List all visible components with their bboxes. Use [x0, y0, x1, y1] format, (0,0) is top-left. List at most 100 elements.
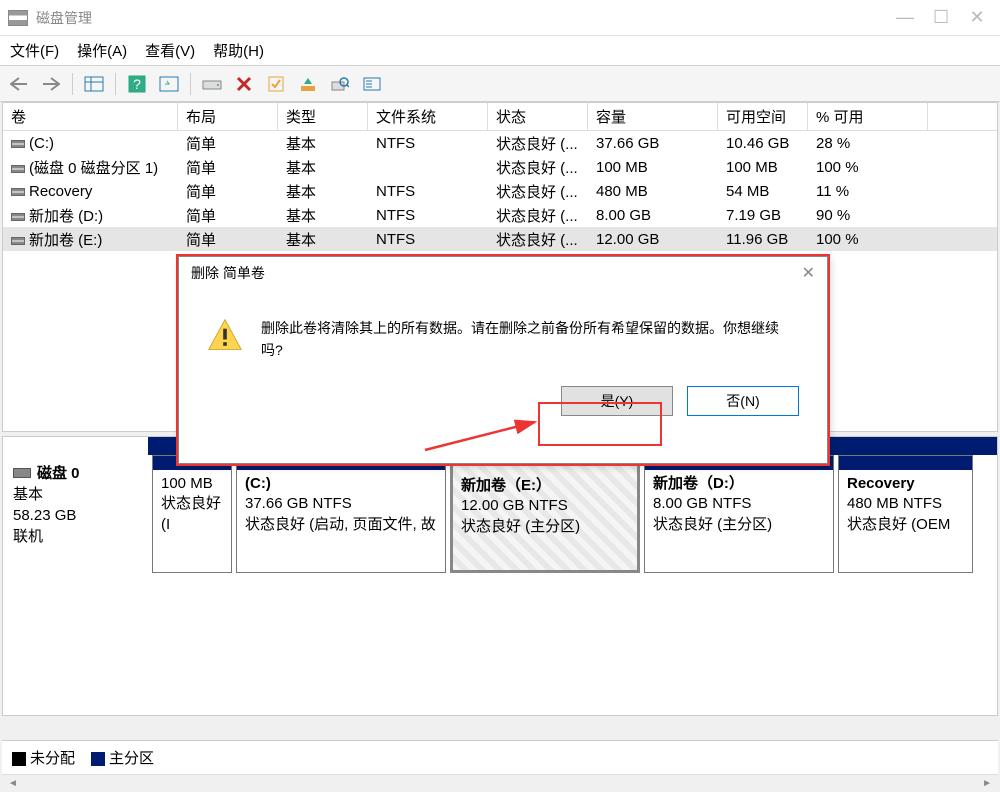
cell-free: 11.96 GB: [718, 230, 808, 249]
dialog-close-button[interactable]: ✕: [802, 263, 815, 283]
dialog-message: 删除此卷将清除其上的所有数据。请在删除之前备份所有希望保留的数据。你想继续吗?: [261, 317, 799, 362]
app-icon: [8, 10, 28, 26]
toolbar: ?: [0, 66, 1000, 102]
view-icon[interactable]: [83, 73, 105, 95]
cell-cap: 37.66 GB: [588, 134, 718, 153]
th-volume[interactable]: 卷: [3, 103, 178, 130]
disk-info[interactable]: 磁盘 0 基本 58.23 GB 联机: [3, 455, 148, 577]
partition-status: 状态良好 (主分区): [653, 515, 825, 535]
disk-status: 联机: [13, 526, 138, 547]
forward-button[interactable]: [40, 73, 62, 95]
th-status[interactable]: 状态: [488, 103, 588, 130]
volume-icon: [11, 213, 25, 221]
cell-vol: 新加卷 (E:): [3, 228, 178, 251]
cell-type: 基本: [278, 132, 368, 155]
partition-block[interactable]: 新加卷（E:）12.00 GB NTFS状态良好 (主分区): [450, 455, 640, 573]
search-disk-icon[interactable]: [329, 73, 351, 95]
swatch-black-icon: [12, 752, 26, 766]
disk-size: 58.23 GB: [13, 505, 138, 526]
partition-block[interactable]: 100 MB状态良好 (I: [152, 455, 232, 573]
th-layout[interactable]: 布局: [178, 103, 278, 130]
th-free[interactable]: 可用空间: [718, 103, 808, 130]
th-fs[interactable]: 文件系统: [368, 103, 488, 130]
cell-fs: NTFS: [368, 230, 488, 249]
refresh-icon[interactable]: [158, 73, 180, 95]
cell-type: 基本: [278, 156, 368, 179]
cell-pct: 90 %: [808, 206, 928, 225]
close-button[interactable]: ✕: [970, 11, 984, 25]
th-pct[interactable]: % 可用: [808, 103, 928, 130]
cell-cap: 8.00 GB: [588, 206, 718, 225]
no-button[interactable]: 否(N): [687, 386, 799, 416]
th-capacity[interactable]: 容量: [588, 103, 718, 130]
cell-cap: 480 MB: [588, 182, 718, 201]
back-button[interactable]: [8, 73, 30, 95]
th-type[interactable]: 类型: [278, 103, 368, 130]
cell-status: 状态良好 (...: [488, 204, 588, 227]
table-header-row: 卷 布局 类型 文件系统 状态 容量 可用空间 % 可用: [3, 103, 997, 131]
menu-action[interactable]: 操作(A): [77, 40, 127, 61]
partition-name: (C:): [245, 474, 437, 494]
partition-size: 37.66 GB NTFS: [245, 494, 437, 514]
cell-pct: 11 %: [808, 182, 928, 201]
volume-icon: [11, 140, 25, 148]
disk-name: 磁盘 0: [37, 465, 80, 482]
partition-block[interactable]: 新加卷（D:）8.00 GB NTFS状态良好 (主分区): [644, 455, 834, 573]
partition-block[interactable]: (C:)37.66 GB NTFS状态良好 (启动, 页面文件, 故: [236, 455, 446, 573]
horizontal-scrollbar[interactable]: ◄►: [2, 774, 998, 792]
menu-file[interactable]: 文件(F): [10, 40, 59, 61]
disk-icon[interactable]: [201, 73, 223, 95]
legend-primary: 主分区: [91, 747, 154, 768]
partition-name: Recovery: [847, 474, 964, 494]
disk-drive-icon: [13, 468, 31, 478]
cell-vol: 新加卷 (D:): [3, 204, 178, 227]
cell-pct: 100 %: [808, 158, 928, 177]
table-row[interactable]: 新加卷 (E:)简单基本NTFS状态良好 (...12.00 GB11.96 G…: [3, 227, 997, 251]
cell-fs: NTFS: [368, 134, 488, 153]
warning-icon: [207, 317, 243, 353]
cell-layout: 简单: [178, 228, 278, 251]
cell-fs: NTFS: [368, 206, 488, 225]
cell-type: 基本: [278, 228, 368, 251]
help-icon[interactable]: ?: [126, 73, 148, 95]
partition-size: 480 MB NTFS: [847, 494, 964, 514]
table-row[interactable]: (C:)简单基本NTFS状态良好 (...37.66 GB10.46 GB28 …: [3, 131, 997, 155]
toolbar-separator: [72, 73, 73, 95]
toolbar-separator: [190, 73, 191, 95]
table-row[interactable]: 新加卷 (D:)简单基本NTFS状态良好 (...8.00 GB7.19 GB9…: [3, 203, 997, 227]
menu-bar: 文件(F) 操作(A) 查看(V) 帮助(H): [0, 36, 1000, 66]
menu-view[interactable]: 查看(V): [145, 40, 195, 61]
partition-status: 状态良好 (启动, 页面文件, 故: [245, 515, 437, 535]
cell-vol: (C:): [3, 134, 178, 153]
partition-status: 状态良好 (I: [161, 494, 223, 535]
partition-name: 新加卷（E:）: [461, 476, 629, 496]
table-body: (C:)简单基本NTFS状态良好 (...37.66 GB10.46 GB28 …: [3, 131, 997, 251]
partition-row: 100 MB状态良好 (I(C:)37.66 GB NTFS状态良好 (启动, …: [148, 455, 997, 577]
partition-name: 新加卷（D:）: [653, 474, 825, 494]
minimize-button[interactable]: —: [898, 11, 912, 25]
menu-help[interactable]: 帮助(H): [213, 40, 264, 61]
properties-icon[interactable]: [361, 73, 383, 95]
partition-block[interactable]: Recovery480 MB NTFS状态良好 (OEM: [838, 455, 973, 573]
yes-button[interactable]: 是(Y): [561, 386, 673, 416]
cell-layout: 简单: [178, 204, 278, 227]
cell-free: 100 MB: [718, 158, 808, 177]
partition-size: 12.00 GB NTFS: [461, 496, 629, 516]
cell-vol: Recovery: [3, 182, 178, 201]
table-row[interactable]: (磁盘 0 磁盘分区 1)简单基本状态良好 (...100 MB100 MB10…: [3, 155, 997, 179]
cell-layout: 简单: [178, 132, 278, 155]
cell-cap: 100 MB: [588, 158, 718, 177]
table-row[interactable]: Recovery简单基本NTFS状态良好 (...480 MB54 MB11 %: [3, 179, 997, 203]
cell-status: 状态良好 (...: [488, 132, 588, 155]
cell-status: 状态良好 (...: [488, 180, 588, 203]
up-icon[interactable]: [297, 73, 319, 95]
window-title: 磁盘管理: [36, 8, 898, 28]
toolbar-separator: [115, 73, 116, 95]
cell-free: 54 MB: [718, 182, 808, 201]
maximize-button[interactable]: ☐: [934, 11, 948, 25]
volume-icon: [11, 165, 25, 173]
delete-icon[interactable]: [233, 73, 255, 95]
cell-pct: 100 %: [808, 230, 928, 249]
svg-text:?: ?: [133, 76, 141, 92]
check-icon[interactable]: [265, 73, 287, 95]
